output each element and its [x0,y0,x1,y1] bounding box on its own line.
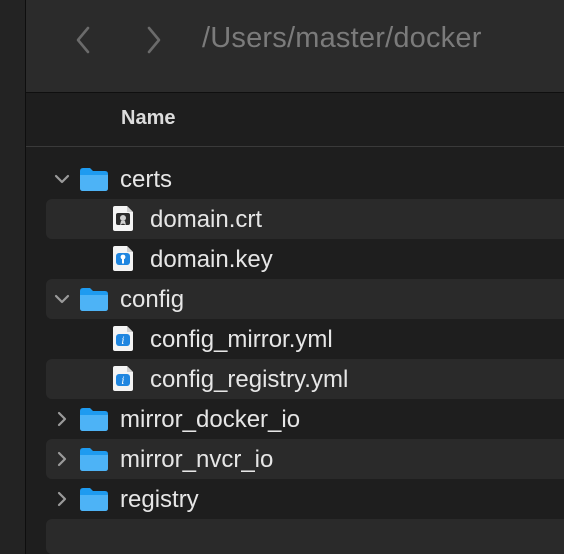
empty-row-stripe [46,519,564,554]
file-row[interactable]: mirror_docker_io [26,399,564,439]
folder-icon [79,446,109,477]
file-list: certs domain.crt domain.key config i con… [26,159,564,519]
file-name: domain.crt [150,206,263,233]
sidebar-edge [0,0,26,554]
folder-name: config [120,286,185,313]
name-column-header[interactable]: Name [121,107,175,130]
column-header[interactable]: Name [26,93,564,147]
file-row[interactable]: config [26,279,564,319]
disclosure-collapsed-icon[interactable] [54,489,70,509]
file-name: domain.key [150,246,273,273]
folder-icon [79,286,109,317]
key-file-icon [112,245,134,277]
file-row[interactable]: certs [26,159,564,199]
file-row[interactable]: i config_mirror.yml [26,319,564,359]
folder-name: certs [120,166,173,193]
folder-name: mirror_nvcr_io [120,446,274,473]
svg-text:i: i [121,336,124,347]
back-button[interactable] [68,24,98,56]
disclosure-collapsed-icon[interactable] [54,409,70,429]
forward-button[interactable] [139,24,169,56]
file-row[interactable]: mirror_nvcr_io [26,439,564,479]
disclosure-expanded-icon[interactable] [54,289,70,309]
file-row[interactable]: registry [26,479,564,519]
file-name: config_registry.yml [150,366,349,393]
toolbar: /Users/master/docker [26,0,564,93]
text-document-icon: i [112,365,134,397]
folder-icon [79,486,109,517]
folder-icon [79,406,109,437]
folder-name: registry [120,486,199,513]
disclosure-expanded-icon[interactable] [54,169,70,189]
disclosure-collapsed-icon[interactable] [54,449,70,469]
file-name: config_mirror.yml [150,326,333,353]
text-document-icon: i [112,325,134,357]
file-row[interactable]: domain.key [26,239,564,279]
folder-icon [79,166,109,197]
window-path-title: /Users/master/docker [202,22,482,54]
finder-window: /Users/master/docker Name certs domain.c… [26,0,564,554]
svg-text:i: i [121,376,124,387]
certificate-icon [112,205,134,237]
chevron-left-icon [76,26,90,54]
folder-name: mirror_docker_io [120,406,301,433]
file-row[interactable]: i config_registry.yml [26,359,564,399]
chevron-right-icon [147,26,161,54]
file-row[interactable]: domain.crt [26,199,564,239]
